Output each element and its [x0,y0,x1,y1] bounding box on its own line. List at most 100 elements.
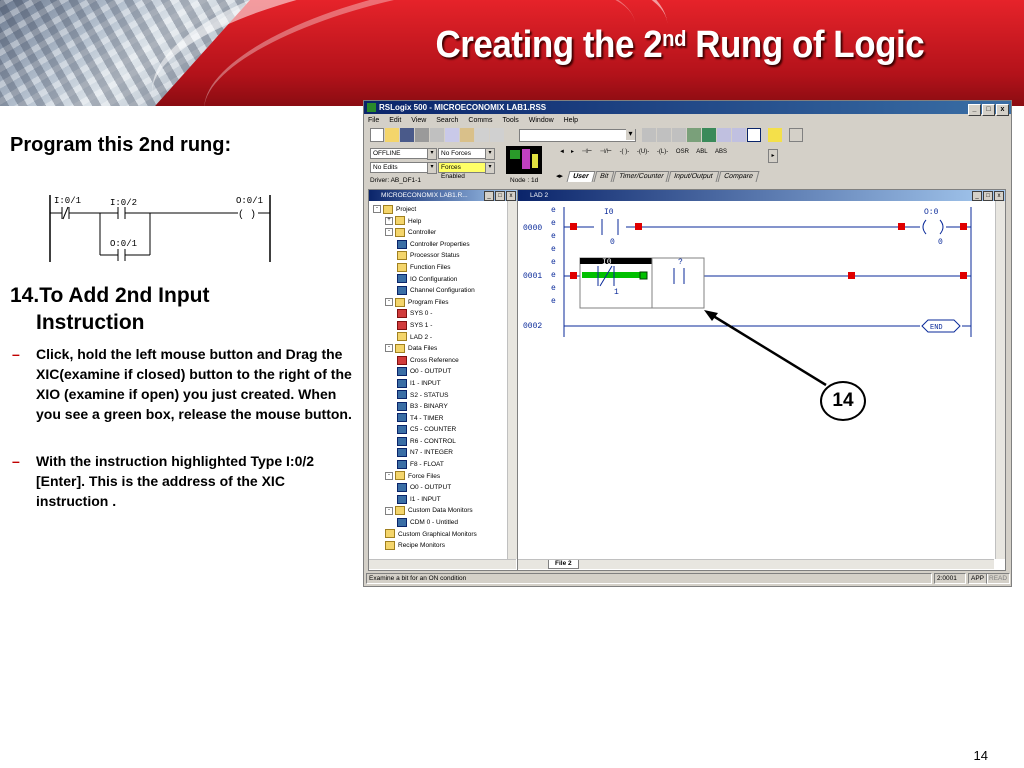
add-icon[interactable] [768,128,782,142]
tree-item[interactable]: - Program Files [373,297,477,309]
palette-prev-icon[interactable]: ▸ [571,149,574,155]
tree-item[interactable]: - Force Files [373,471,477,483]
ladder-vertical-scrollbar[interactable] [995,201,1005,559]
find-icon[interactable] [672,128,686,142]
toolbar-scroll-icon[interactable]: ▸ [768,149,778,163]
tree-item[interactable]: B3 - BINARY [373,401,477,413]
osr-button[interactable]: OSR [676,149,689,155]
tree-horizontal-scrollbar[interactable] [369,559,516,569]
close-icon[interactable]: x [994,191,1004,201]
menu-file[interactable]: File [368,117,379,124]
abs-button[interactable]: ABS [715,149,727,155]
menu-edit[interactable]: Edit [389,117,401,124]
maximize-icon[interactable]: □ [495,191,505,201]
rung-0-coil[interactable] [920,219,946,235]
search-combo[interactable] [519,129,636,142]
forces-enabled-panel[interactable]: Forces Enabled ▾ [438,162,495,180]
minimize-icon[interactable]: _ [484,191,494,201]
chevron-down-icon[interactable]: ▾ [427,162,437,174]
tab-bit[interactable]: Bit [593,171,615,182]
cut-icon[interactable] [430,128,444,142]
tree-item[interactable]: SYS 0 - [373,308,477,320]
redo-icon[interactable] [490,128,504,142]
menu-comms[interactable]: Comms [468,117,492,124]
otl-button[interactable]: -(L)- [657,149,668,155]
chevron-down-icon[interactable]: ▾ [485,162,495,174]
tree-item[interactable]: T4 - TIMER [373,413,477,425]
abl-button[interactable]: ABL [696,149,707,155]
zoom-in-icon[interactable] [717,128,731,142]
close-icon[interactable]: x [506,191,516,201]
test-icon[interactable] [702,128,716,142]
collapse-icon[interactable]: - [385,228,393,237]
xio-button[interactable]: ⊣/⊢ [600,149,612,155]
edits-panel[interactable]: No Edits ▾ [370,162,437,174]
tree-item[interactable]: S2 - STATUS [373,390,477,402]
ladder-window-title-bar[interactable]: LAD 2 _ □ x [518,190,1005,201]
tree-item[interactable]: - Custom Data Monitors [373,505,477,517]
tree-item[interactable]: CDM 0 - Untitled [373,517,477,529]
tree-item[interactable]: Controller Properties [373,239,477,251]
collapse-icon[interactable]: - [385,344,393,353]
chevron-down-icon[interactable]: ▾ [485,148,495,160]
collapse-icon[interactable]: - [385,471,393,480]
maximize-icon[interactable]: □ [983,191,993,201]
menu-view[interactable]: View [411,117,426,124]
tree-item[interactable]: Function Files [373,262,477,274]
tree-item[interactable]: I1 - INPUT [373,494,477,506]
rung-1-xio-instruction[interactable] [579,257,653,309]
open-folder-icon[interactable] [385,128,399,142]
window-icon[interactable] [747,128,761,142]
menu-help[interactable]: Help [564,117,578,124]
undo-icon[interactable] [475,128,489,142]
app-title-bar[interactable]: RSLogix 500 - MICROECONOMIX LAB1.RSS _ □ x [364,101,1011,116]
verify-icon[interactable] [642,128,656,142]
tree-item[interactable]: O0 - OUTPUT [373,366,477,378]
tab-scroll-icon[interactable]: ◂▸ [552,172,567,182]
tree-item[interactable]: + Help [373,216,477,228]
minimize-icon[interactable]: _ [972,191,982,201]
menu-search[interactable]: Search [436,117,458,124]
tree-item[interactable]: Channel Configuration [373,285,477,297]
tree-vertical-scrollbar[interactable] [507,201,517,559]
tree-item[interactable]: R6 - CONTROL [373,436,477,448]
xic-button[interactable]: ⊣⊢ [582,149,592,155]
tree-item[interactable]: Cross Reference [373,355,477,367]
print-icon[interactable] [415,128,429,142]
collapse-icon[interactable]: - [373,205,381,214]
ladder-horizontal-scrollbar[interactable]: File 2 [518,559,994,569]
new-file-icon[interactable] [370,128,384,142]
collapse-icon[interactable]: - [385,298,393,307]
verify-file-icon[interactable] [657,128,671,142]
menu-window[interactable]: Window [529,117,554,124]
tree-item[interactable]: Processor Status [373,250,477,262]
tree-item[interactable]: Recipe Monitors [373,540,477,552]
tree-item[interactable]: Custom Graphical Monitors [373,529,477,541]
arrow-right-icon[interactable] [789,128,803,142]
tree-item[interactable]: F8 - FLOAT [373,459,477,471]
tree-item[interactable]: SYS 1 - [373,320,477,332]
mode-panel[interactable]: OFFLINE ▾ [370,148,437,160]
expand-icon[interactable]: + [385,216,393,225]
ladder-diagram[interactable]: 0000 0001 0002 eeeeeeee I0 0 O:0 0 I0 1 … [518,202,994,557]
chevron-down-icon[interactable]: ▾ [427,148,437,160]
tab-user[interactable]: User [566,171,596,182]
tree-item[interactable]: C5 - COUNTER [373,424,477,436]
tree-item[interactable]: - Data Files [373,343,477,355]
ote-button[interactable]: -( )- [620,149,630,155]
tree-item[interactable]: IO Configuration [373,274,477,286]
accept-icon[interactable] [687,128,701,142]
save-icon[interactable] [400,128,414,142]
tree-item[interactable]: O0 - OUTPUT [373,482,477,494]
collapse-icon[interactable]: - [385,506,393,515]
tree-item[interactable]: - Controller [373,227,477,239]
rung-0-contact[interactable] [594,219,626,235]
tree-item[interactable]: LAD 2 - [373,332,477,344]
tree-item[interactable]: - Project [373,204,477,216]
menu-tools[interactable]: Tools [502,117,518,124]
tab-timer-counter[interactable]: Timer/Counter [612,171,670,182]
tab-compare[interactable]: Compare [717,171,759,182]
arrow-left-icon[interactable]: ◄ [559,149,565,155]
zoom-out-icon[interactable] [732,128,746,142]
tab-input-output[interactable]: Input/Output [667,171,720,182]
